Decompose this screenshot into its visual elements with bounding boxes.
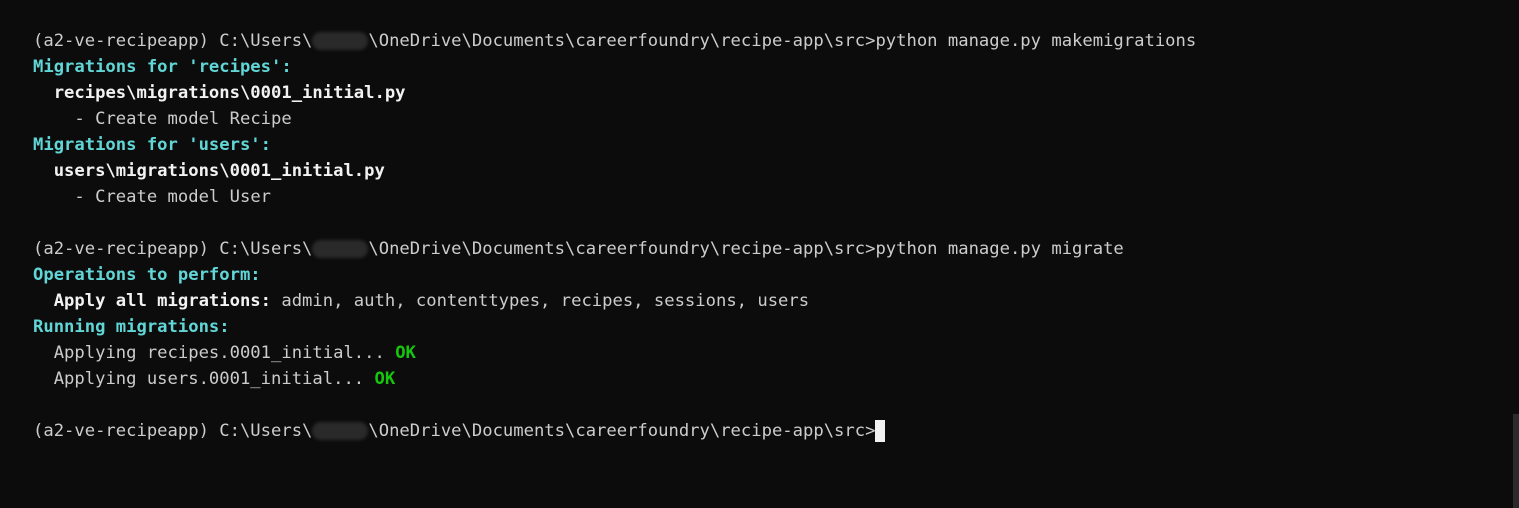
prompt-line-migrate: (a2-ve-recipeapp) C:\Users\ \OneDrive\Doc…: [33, 236, 1519, 262]
recipes-migration-file: recipes\migrations\0001_initial.py: [53, 83, 406, 103]
command-makemigrations: python manage.py makemigrations: [875, 31, 1197, 51]
apply-all-migrations-line: Apply all migrations: admin, auth, conte…: [33, 288, 1519, 314]
terminal-window[interactable]: (a2-ve-recipeapp) C:\Users\ \OneDrive\Doc…: [0, 0, 1519, 508]
recipes-migrations-heading: Migrations for 'recipes':: [33, 57, 292, 77]
users-migration-file: users\migrations\0001_initial.py: [53, 161, 385, 181]
prompt-env: (a2-ve-recipeapp) C:\Users\: [33, 31, 313, 51]
operations-heading: Operations to perform:: [33, 265, 261, 285]
command-migrate: python manage.py migrate: [875, 239, 1124, 259]
prompt-line-makemigrations: (a2-ve-recipeapp) C:\Users\ \OneDrive\Doc…: [33, 28, 1519, 54]
status-ok: OK: [395, 343, 416, 363]
apply-all-apps: admin, auth, contenttypes, recipes, sess…: [271, 291, 810, 311]
prompt-path: \OneDrive\Documents\careerfoundry\recipe…: [368, 239, 876, 259]
applying-users-line: Applying users.0001_initial... OK: [53, 369, 396, 389]
prompt-path: \OneDrive\Documents\careerfoundry\recipe…: [368, 421, 876, 441]
prompt-line-current[interactable]: (a2-ve-recipeapp) C:\Users\ \OneDrive\Doc…: [33, 418, 1519, 444]
prompt-path: \OneDrive\Documents\careerfoundry\recipe…: [368, 31, 876, 51]
prompt-env: (a2-ve-recipeapp) C:\Users\: [33, 421, 313, 441]
redacted-username: [312, 422, 369, 440]
apply-all-label: Apply all migrations:: [53, 291, 272, 311]
redacted-username: [312, 32, 369, 50]
running-migrations-heading: Running migrations:: [33, 317, 230, 337]
applying-recipes-line: Applying recipes.0001_initial... OK: [53, 343, 416, 363]
status-ok: OK: [374, 369, 396, 389]
users-migration-operation: - Create model User: [74, 187, 272, 207]
text-cursor: [875, 420, 886, 442]
scrollbar-thumb[interactable]: [1513, 414, 1519, 508]
users-migrations-heading: Migrations for 'users':: [33, 135, 271, 155]
recipes-migration-operation: - Create model Recipe: [74, 109, 292, 129]
prompt-env: (a2-ve-recipeapp) C:\Users\: [33, 239, 313, 259]
redacted-username: [312, 240, 369, 258]
